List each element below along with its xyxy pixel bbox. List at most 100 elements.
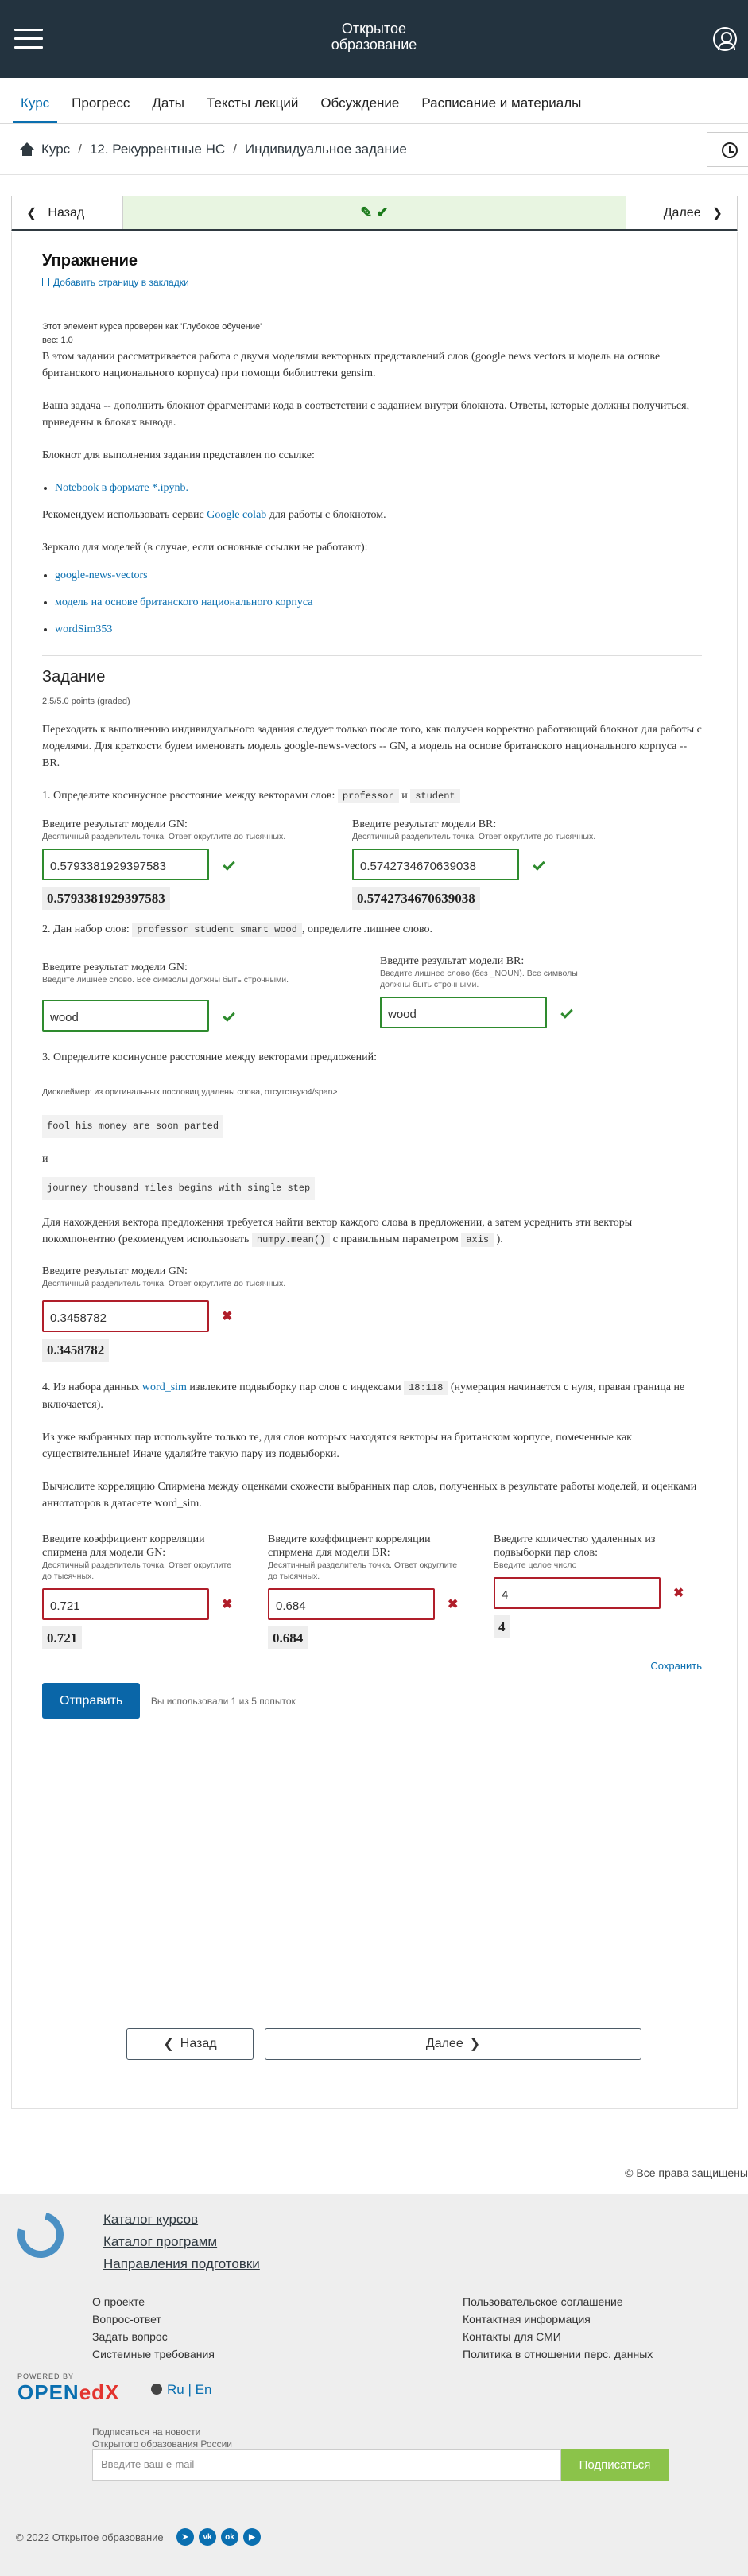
lang-ru[interactable]: Ru — [167, 2382, 184, 2397]
q4-removed-answer: 4 — [494, 1615, 510, 1638]
save-row: Сохранить — [42, 1657, 702, 1675]
index-code: 18:118 — [404, 1381, 448, 1395]
footer-link-faq[interactable]: Вопрос-ответ — [92, 2310, 215, 2328]
bottom-next-label: Далее — [425, 2037, 463, 2050]
sequence-next-button[interactable]: Далее ❯ — [626, 196, 737, 229]
words-code: professor student smart wood — [132, 923, 302, 937]
sequence-prev-button[interactable]: ❮ Назад — [12, 196, 123, 229]
question-4-text-b: извлеките подвыборку пар слов с индексам… — [189, 1381, 401, 1393]
submit-button[interactable]: Отправить — [42, 1683, 141, 1719]
footer-link-directions[interactable]: Направления подготовки — [103, 2253, 260, 2275]
breadcrumb-section[interactable]: 12. Рекуррентные НС — [90, 142, 225, 157]
tab-discussion[interactable]: Обсуждение — [312, 95, 407, 123]
newsletter-line-1: Подписаться на новости — [92, 2426, 201, 2438]
ok-icon[interactable]: ok — [221, 2528, 238, 2546]
field-label: Введите коэффициент корреляции спирмена … — [42, 1533, 205, 1559]
q4-removed-field: Введите количество удаленных из подвыбор… — [494, 1533, 702, 1649]
bottom-nav: ❮ Назад Далее ❯ — [126, 2028, 641, 2060]
vk-icon[interactable]: vk — [199, 2528, 216, 2546]
sequence-prev-label: Назад — [48, 205, 85, 220]
q1-br-answer: 0.5742734670639038 — [352, 887, 480, 910]
tab-progress[interactable]: Прогресс — [64, 95, 138, 123]
sequence-next-label: Далее — [663, 205, 701, 220]
edit-icon: ✎ — [360, 204, 373, 220]
footer-link-about[interactable]: О проекте — [92, 2293, 215, 2310]
site-logo[interactable]: Открытое образование — [331, 21, 417, 52]
question-2-fields: Введите результат модели GN: Введите лиш… — [42, 954, 702, 1032]
q4-removed-input[interactable]: 4 — [494, 1577, 661, 1609]
footer-link-courses[interactable]: Каталог курсов — [103, 2209, 260, 2231]
bottom-prev-button[interactable]: ❮ Назад — [126, 2028, 254, 2060]
q2-br-field: Введите результат модели BR: Введите лиш… — [380, 954, 587, 1032]
q4-gn-input[interactable]: 0.721 — [42, 1588, 209, 1620]
q4-br-input[interactable]: 0.684 — [268, 1588, 435, 1620]
list-item: wordSim353 — [55, 621, 702, 638]
mirror-paragraph: Зеркало для моделей (в случае, если осно… — [42, 542, 368, 554]
home-icon[interactable] — [19, 142, 35, 157]
tab-lecture-texts[interactable]: Тексты лекций — [199, 95, 306, 123]
field-hint: Введите лишнее слово. Все символы должны… — [42, 975, 289, 985]
user-icon[interactable] — [713, 27, 737, 51]
function-code: numpy.mean() — [251, 1233, 331, 1247]
mirror-link-gn[interactable]: google-news-vectors — [55, 569, 148, 581]
points-label: 2.5/5.0 points (graded) — [42, 697, 130, 706]
q2-br-input[interactable]: wood — [380, 997, 547, 1028]
q1-gn-input[interactable]: 0.5793381929397583 — [42, 849, 209, 880]
sentence-2: journey thousand miles begins with singl… — [42, 1177, 702, 1200]
question-4: 4. Из набора данных word_sim извлеките п… — [42, 1379, 702, 1413]
wordsim-link[interactable]: word_sim — [142, 1381, 187, 1393]
email-input[interactable]: Введите ваш e-mail — [92, 2449, 561, 2481]
tab-course[interactable]: Курс — [13, 95, 58, 123]
breadcrumb-course[interactable]: Курс — [41, 142, 70, 157]
footer-link-programs[interactable]: Каталог программ — [103, 2231, 260, 2253]
sequence-unit-tab[interactable]: ✎ ✔ — [123, 196, 626, 229]
colab-text-a: Рекомендуем использовать сервис — [42, 509, 207, 521]
save-link[interactable]: Сохранить — [650, 1657, 702, 1674]
footer-link-contacts[interactable]: Контактная информация — [463, 2310, 653, 2328]
language-switcher: Ru | En — [151, 2382, 211, 2398]
disclaimer: Дисклеймер: из оригинальных пословиц уда… — [42, 1083, 702, 1101]
footer-catalog: Каталог курсов Каталог программ Направле… — [103, 2209, 260, 2275]
rights-text: © Все права защищены — [625, 2166, 748, 2179]
top-header: Открытое образование — [0, 0, 748, 78]
q4-br-answer: 0.684 — [268, 1626, 308, 1649]
bookmark-link[interactable]: Добавить страницу в закладки — [42, 274, 702, 291]
tab-schedule[interactable]: Расписание и материалы — [413, 95, 589, 123]
powered-by-text: POWERED BY — [17, 2372, 75, 2380]
notebook-link[interactable]: Notebook в формате *.ipynb. — [55, 482, 188, 494]
mirror-list: google-news-vectors модель на основе бри… — [42, 567, 702, 638]
conjunction-line: и — [42, 1153, 48, 1165]
logo-line-2: образование — [331, 37, 417, 52]
sentence-code: fool his money are soon parted — [42, 1115, 224, 1138]
colab-link[interactable]: Google colab — [207, 509, 266, 521]
check-icon: ✔ — [376, 204, 389, 220]
tab-dates[interactable]: Даты — [144, 95, 192, 123]
bottom-next-button[interactable]: Далее ❯ — [265, 2028, 641, 2060]
footer-link-agreement[interactable]: Пользовательское соглашение — [463, 2293, 653, 2310]
course-nav: Курс Прогресс Даты Тексты лекций Обсужде… — [0, 78, 748, 124]
q3-gn-input[interactable]: 0.3458782 — [42, 1300, 209, 1332]
telegram-icon[interactable]: ➤ — [176, 2528, 194, 2546]
field-hint: Десятичный разделитель точка. Ответ окру… — [42, 1279, 286, 1288]
footer-link-privacy[interactable]: Политика в отношении перс. данных — [463, 2345, 653, 2363]
mirror-link-wordsim[interactable]: wordSim353 — [55, 624, 112, 635]
q1-br-input[interactable]: 0.5742734670639038 — [352, 849, 519, 880]
subscribe-button[interactable]: Подписаться — [561, 2449, 669, 2481]
lang-en[interactable]: En — [196, 2382, 212, 2397]
clock-icon — [722, 142, 738, 158]
field-hint: Десятичный разделитель точка. Ответ окру… — [42, 832, 286, 841]
openedx-logo[interactable]: POWERED BY OPENedX — [17, 2372, 119, 2405]
disclaimer-text: Дисклеймер: из оригинальных пословиц уда… — [42, 1087, 338, 1097]
q2-gn-input[interactable]: wood — [42, 1000, 209, 1032]
correct-icon — [223, 858, 235, 871]
clock-button[interactable] — [707, 132, 748, 167]
youtube-icon[interactable]: ▶ — [243, 2528, 261, 2546]
field-label: Введите результат модели GN: — [42, 1265, 188, 1277]
footer-link-ask[interactable]: Задать вопрос — [92, 2328, 215, 2345]
lang-separator: | — [188, 2382, 192, 2397]
footer-link-requirements[interactable]: Системные требования — [92, 2345, 215, 2363]
question-2: 2. Дан набор слов: professor student sma… — [42, 921, 702, 938]
mirror-link-br[interactable]: модель на основе британского национально… — [55, 596, 312, 608]
footer-link-media[interactable]: Контакты для СМИ — [463, 2328, 653, 2345]
menu-icon[interactable] — [14, 29, 43, 49]
